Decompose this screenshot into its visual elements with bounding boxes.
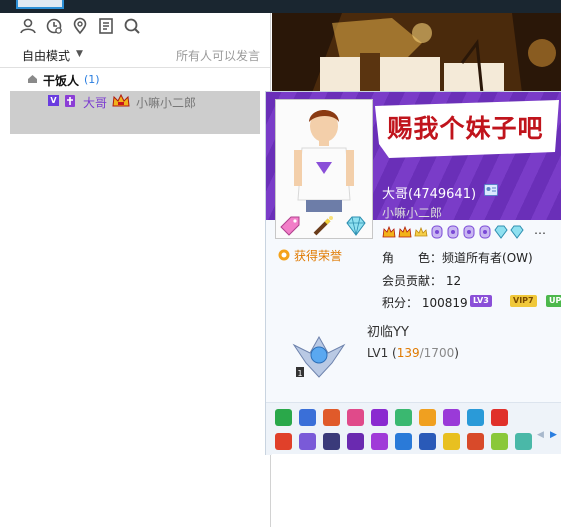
app-icon[interactable] (419, 409, 436, 426)
app-icon[interactable] (443, 409, 460, 426)
app-icon[interactable] (347, 409, 364, 426)
contribution-label: 会员贡献： (382, 274, 443, 288)
avatar-figure (294, 110, 354, 212)
location-icon[interactable] (71, 17, 89, 35)
points-label: 积分： (382, 296, 419, 310)
notes-icon[interactable] (97, 17, 115, 35)
user-icon[interactable] (19, 17, 37, 35)
magic-wand-icon[interactable] (310, 215, 336, 237)
purple-medal-icon[interactable] (462, 225, 476, 239)
channel-name: 干饭人 (43, 74, 80, 88)
channel-row[interactable]: 干饭人 (1) (0, 70, 270, 90)
chevron-down-icon[interactable]: ▼ (76, 49, 83, 59)
role-line: 角 色：频道所有者(OW) (382, 249, 533, 266)
purple-medal-icon[interactable] (478, 225, 492, 239)
banner-art (272, 13, 561, 93)
user-name: 大哥 (83, 96, 108, 110)
purple-medal-icon[interactable] (446, 225, 460, 239)
prev-arrow-icon[interactable]: ◀ (537, 430, 544, 440)
crown-medal-icon[interactable] (382, 225, 396, 239)
channel-panel: 自由模式 ▼ 所有人可以发言 干饭人 (1) V 大哥 小嘛小二郎 (0, 13, 271, 527)
mode-bar: 自由模式 ▼ 所有人可以发言 (0, 43, 270, 68)
more-medals[interactable]: … (534, 223, 546, 237)
diamond-icon[interactable] (343, 215, 369, 237)
app-icon[interactable] (467, 409, 484, 426)
up-badge: UP (546, 295, 561, 307)
history-icon[interactable] (45, 17, 63, 35)
honor-icon (278, 249, 290, 261)
app-icon[interactable] (323, 409, 340, 426)
gold-crown-icon[interactable] (414, 225, 428, 239)
app-icon[interactable] (395, 409, 412, 426)
id-card-icon[interactable] (484, 184, 498, 196)
home-icon (28, 75, 37, 83)
app-icon[interactable] (491, 433, 508, 450)
role-value: 频道所有者(OW) (442, 251, 533, 265)
purple-medal-icon[interactable] (430, 225, 444, 239)
user-signature: 小嘛小二郎 (136, 96, 197, 110)
profile-name: 大哥(4749641) (382, 187, 477, 202)
yy-level-badge: 1 (292, 335, 346, 378)
app-icon[interactable] (395, 433, 412, 450)
yy-badge-number: 1 (297, 369, 302, 378)
app-icon[interactable] (323, 433, 340, 450)
contribution-line: 会员贡献： 12 (382, 272, 461, 289)
role-label: 角 色： (382, 251, 443, 265)
app-icon[interactable] (299, 409, 316, 426)
app-icon[interactable] (419, 433, 436, 450)
points-value: 100819 (421, 296, 468, 310)
profile-signature: 小嘛小二郎 (382, 206, 443, 220)
points-line: 积分： 100819 (382, 294, 468, 311)
yy-level: LV1 (367, 346, 389, 360)
medal-row: … (382, 223, 561, 241)
app-icon[interactable] (299, 433, 316, 450)
app-icon[interactable] (443, 433, 460, 450)
app-icon[interactable] (515, 433, 532, 450)
crown-icon (112, 93, 130, 107)
owner-role-icon (65, 95, 75, 107)
contribution-value: 12 (445, 274, 462, 288)
yy-rank-title: 初临YY (367, 325, 409, 340)
yy-progress-max: 1700 (423, 346, 455, 360)
avatar-tools (275, 213, 371, 239)
next-arrow-icon[interactable]: ▶ (550, 430, 557, 440)
honor-link[interactable]: 获得荣誉 (294, 247, 342, 264)
vip-badge: V (48, 95, 59, 106)
app-icon[interactable] (491, 409, 508, 426)
profile-slogan: 赐我个妹子吧 (387, 114, 544, 143)
tag-icon[interactable] (277, 215, 303, 237)
app-icon[interactable] (275, 409, 292, 426)
app-icon[interactable] (275, 433, 292, 450)
yy-progress-current: 139 (396, 346, 420, 360)
level-badge: LV3 (470, 295, 492, 307)
mode-selector[interactable]: 自由模式 (22, 47, 70, 64)
window-tab[interactable] (16, 0, 64, 9)
search-icon[interactable] (123, 17, 141, 35)
app-icon[interactable] (371, 433, 388, 450)
app-icon[interactable] (467, 433, 484, 450)
crown-medal-icon[interactable] (398, 225, 412, 239)
channel-toolbar (0, 13, 270, 39)
app-icon[interactable] (371, 409, 388, 426)
diamond-medal-icon[interactable] (510, 225, 524, 239)
vip-level-badge: VIP7 (510, 295, 537, 307)
content-area (272, 454, 561, 527)
diamond-medal-icon[interactable] (494, 225, 508, 239)
permission-text: 所有人可以发言 (175, 49, 260, 63)
window-top-bar (0, 0, 561, 13)
channel-banner (272, 13, 561, 93)
user-profile-card: 赐我个妹子吧 大哥(4749641) 小嘛小二郎 … 获得荣誉 角 色：频道所有… (265, 91, 561, 455)
user-list-item[interactable]: V 大哥 小嘛小二郎 (10, 91, 260, 134)
app-icon-strip (266, 402, 561, 455)
yy-level-line: LV1 (139/1700) (367, 346, 459, 360)
app-icon[interactable] (347, 433, 364, 450)
channel-user-count: (1) (84, 73, 100, 86)
